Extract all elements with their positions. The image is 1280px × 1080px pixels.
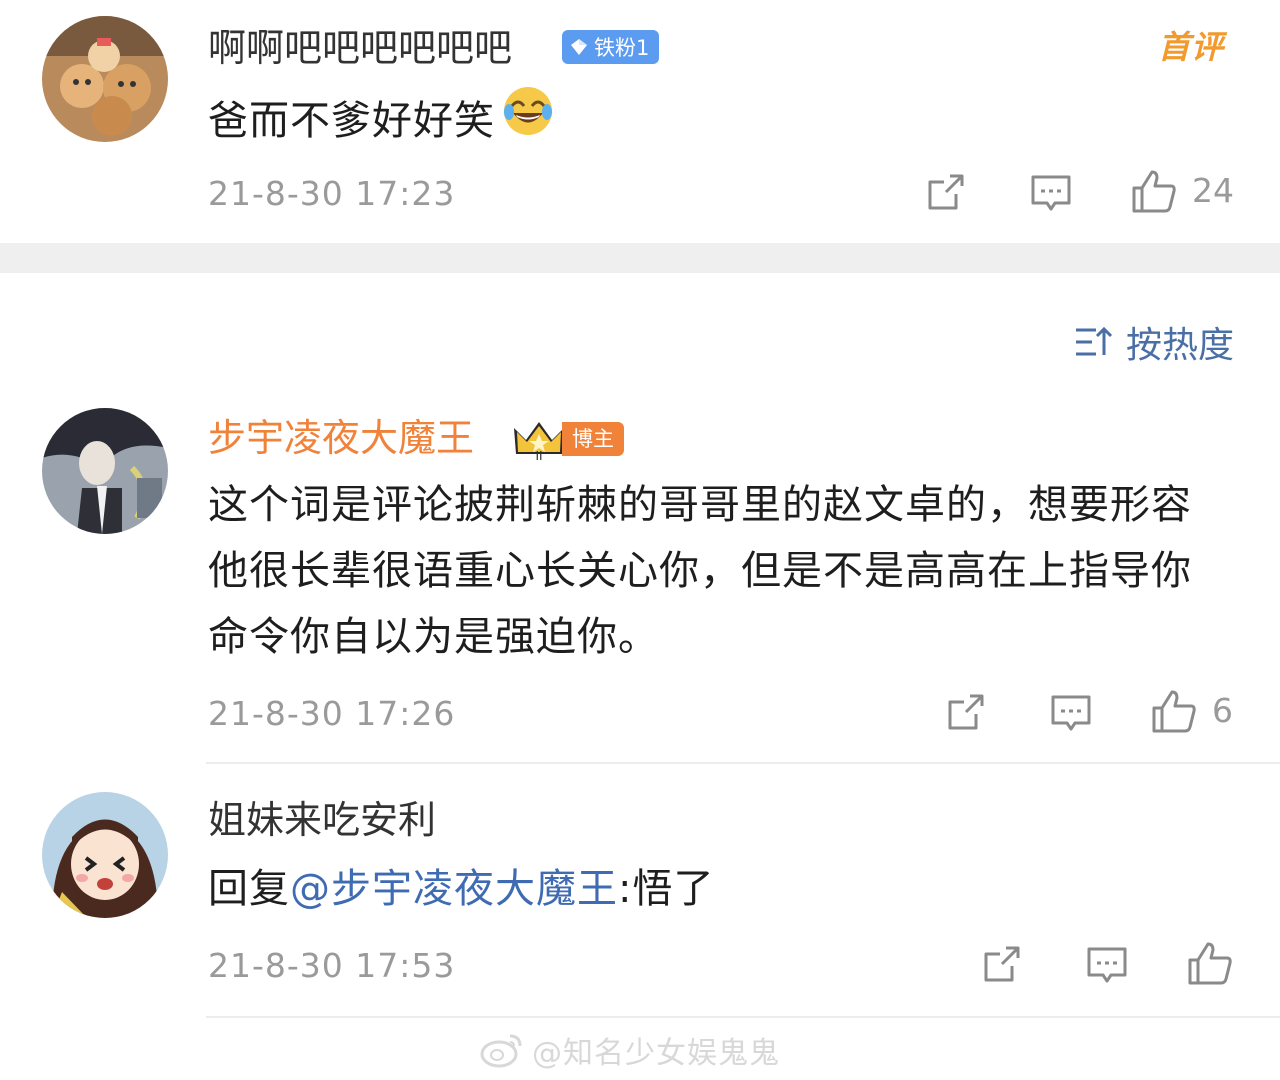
timestamp: 21-8-30 17:26	[208, 694, 456, 733]
comment-icon	[1087, 947, 1127, 983]
reply-button[interactable]	[1086, 946, 1128, 986]
comment-icon	[1051, 695, 1091, 731]
comment-icon	[1031, 175, 1071, 211]
fan-badge[interactable]: 铁粉1	[562, 30, 660, 64]
like-button[interactable]: 24	[1130, 168, 1234, 214]
avatar[interactable]	[42, 792, 168, 918]
avatar[interactable]	[42, 16, 168, 142]
comment-text: 这个词是评论披荆斩棘的哥哥里的赵文卓的，想要形容他很长辈很语重心长关心你，但是不…	[208, 482, 1192, 660]
timestamp: 21-8-30 17:23	[208, 174, 456, 213]
like-count: 24	[1192, 171, 1234, 210]
owner-badge: II 博主	[512, 418, 624, 460]
sort-label: 按热度	[1125, 325, 1234, 366]
sort-by-hot-button[interactable]: 按热度	[1074, 316, 1234, 368]
watermark: @知名少女娱鬼鬼	[480, 1028, 780, 1072]
username[interactable]: 姐妹来吃安利	[208, 796, 436, 844]
comment-text: 爸而不爹好好笑	[208, 84, 555, 158]
reply-divider	[206, 1016, 1280, 1018]
section-divider	[0, 243, 1280, 273]
weibo-logo-icon	[480, 1034, 522, 1068]
crown-icon: II	[514, 422, 564, 460]
share-button[interactable]	[946, 692, 988, 732]
mention-link[interactable]: @步宇凌夜大魔王	[290, 866, 618, 912]
like-button[interactable]: 6	[1150, 688, 1233, 734]
reply-button[interactable]	[1050, 694, 1092, 734]
owner-badge-label: 博主	[562, 422, 624, 456]
share-icon	[984, 946, 1020, 982]
fan-badge-label: 铁粉1	[594, 36, 650, 60]
thumbs-up-icon	[1132, 170, 1176, 213]
username[interactable]: 啊啊吧吧吧吧吧吧	[208, 24, 512, 72]
reply-text: 回复@步宇凌夜大魔王:悟了	[208, 856, 714, 922]
sort-icon	[1075, 326, 1112, 356]
avatar[interactable]	[42, 408, 168, 534]
comment-text-content: 爸而不爹好好笑	[208, 98, 495, 144]
share-icon	[948, 694, 984, 730]
first-comment-badge: 首评	[1157, 28, 1224, 66]
reply-button[interactable]	[1030, 174, 1072, 214]
diamond-icon	[571, 39, 587, 55]
share-icon	[928, 174, 964, 210]
share-button[interactable]	[926, 172, 968, 212]
reply-content: :悟了	[618, 866, 715, 912]
timestamp: 21-8-30 17:53	[208, 946, 456, 985]
like-button[interactable]	[1186, 940, 1234, 986]
laughing-tears-emoji-icon	[501, 84, 555, 158]
username[interactable]: 步宇凌夜大魔王	[208, 414, 474, 462]
reply-divider	[206, 762, 1280, 764]
thumbs-up-icon	[1152, 690, 1196, 733]
like-count: 6	[1212, 691, 1233, 730]
thumbs-up-icon	[1188, 942, 1232, 985]
svg-text:II: II	[535, 449, 542, 460]
watermark-text: @知名少女娱鬼鬼	[532, 1036, 780, 1071]
comment-1: 啊啊吧吧吧吧吧吧 铁粉1 首评 爸而不爹好好笑 21-8-30 17:23 24	[0, 0, 1280, 243]
reply-prefix: 回复	[208, 866, 290, 912]
share-button[interactable]	[982, 944, 1024, 984]
